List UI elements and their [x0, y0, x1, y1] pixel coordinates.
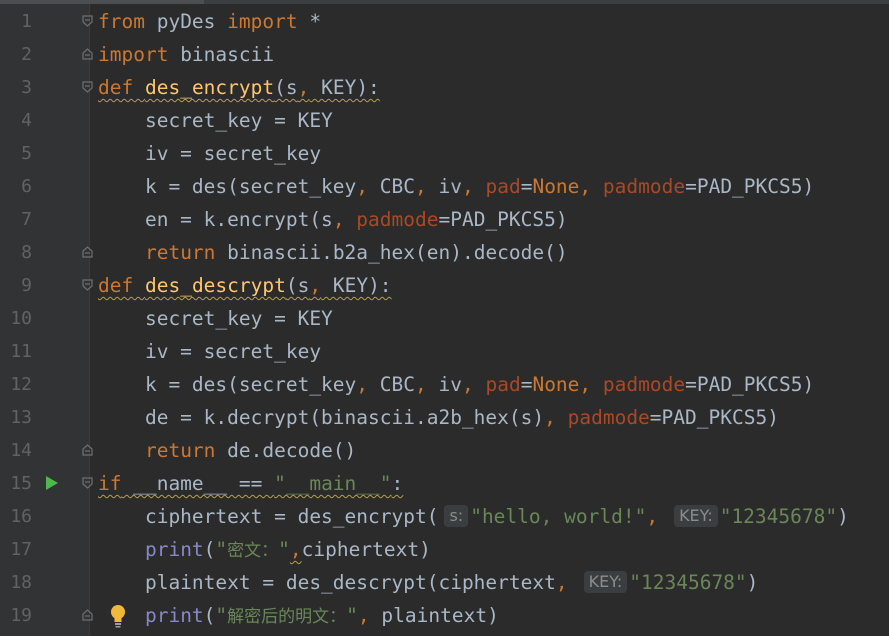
- code-line-18[interactable]: 18 plaintext = des_descrypt(ciphertext, K…: [0, 566, 889, 599]
- code-text: return de.decode(): [144, 439, 357, 462]
- code-line-17[interactable]: 17 print("密文：",ciphertext): [0, 533, 889, 566]
- code-line-16[interactable]: 16 ciphertext = des_encrypt(s: "hello, wo…: [0, 500, 889, 533]
- fold-start-icon[interactable]: [82, 477, 93, 489]
- code-line-9[interactable]: 9 def des_descrypt(s, KEY):: [0, 269, 889, 302]
- fold-start-icon[interactable]: [82, 279, 93, 291]
- param-hint: s:: [444, 505, 469, 527]
- code-text: de = k.decrypt(binascii.a2b_hex(s), padm…: [98, 406, 779, 429]
- line-number: 1: [21, 11, 32, 32]
- code-line-10[interactable]: 10 secret_key = KEY: [0, 302, 889, 335]
- line-number: 19: [10, 605, 32, 626]
- code-line-3[interactable]: 3 def des_encrypt(s, KEY):: [0, 71, 889, 104]
- code-text: plaintext = des_descrypt(ciphertext, KEY:…: [98, 571, 759, 594]
- code-line-11[interactable]: 11 iv = secret_key: [0, 335, 889, 368]
- line-number: 17: [10, 539, 32, 560]
- line-number: 12: [10, 374, 32, 395]
- code-line-2[interactable]: 2 import binascii: [0, 38, 889, 71]
- code-text: return binascii.b2a_hex(en).decode(): [144, 241, 568, 264]
- code-line-12[interactable]: 12 k = des(secret_key, CBC, iv, pad=None…: [0, 368, 889, 401]
- line-number: 8: [21, 242, 32, 263]
- line-number: 10: [10, 308, 32, 329]
- fold-end-icon[interactable]: [82, 609, 93, 621]
- line-number: 6: [21, 176, 32, 197]
- code-line-15[interactable]: 15 if __name__ == "__main__":: [0, 467, 889, 500]
- param-hint: KEY:: [674, 505, 718, 527]
- code-line-4[interactable]: 4 secret_key = KEY: [0, 104, 889, 137]
- code-text: ciphertext = des_encrypt(s: "hello, world…: [98, 505, 849, 528]
- code-line-13[interactable]: 13 de = k.decrypt(binascii.a2b_hex(s), p…: [0, 401, 889, 434]
- run-gutter-icon[interactable]: [46, 476, 58, 490]
- code-text: def des_descrypt(s, KEY):: [98, 274, 392, 297]
- code-text: k = des(secret_key, CBC, iv, pad=None, p…: [98, 175, 815, 198]
- line-number: 13: [10, 407, 32, 428]
- code-text: def des_encrypt(s, KEY):: [98, 76, 380, 99]
- code-line-1[interactable]: 1 from pyDes import *: [0, 5, 889, 38]
- editor-tab-strip: [0, 0, 889, 4]
- fold-start-icon[interactable]: [82, 15, 93, 27]
- code-text: k = des(secret_key, CBC, iv, pad=None, p…: [98, 373, 815, 396]
- fold-end-icon[interactable]: [82, 246, 93, 258]
- code-text: import binascii: [98, 43, 275, 66]
- line-number: 9: [21, 275, 32, 296]
- code-line-19[interactable]: 19 print("解密后的明文：", plaintext): [0, 599, 889, 632]
- code-text: secret_key = KEY: [98, 109, 333, 132]
- code-line-8[interactable]: 8 return binascii.b2a_hex(en).decode(): [0, 236, 889, 269]
- code-text: iv = secret_key: [98, 142, 322, 165]
- line-number: 14: [10, 440, 32, 461]
- code-text: print("密文：",ciphertext): [144, 538, 431, 561]
- line-number: 2: [21, 44, 32, 65]
- code-editor[interactable]: 1 from pyDes import * 2 import binascii …: [0, 0, 889, 636]
- code-line-6[interactable]: 6 k = des(secret_key, CBC, iv, pad=None,…: [0, 170, 889, 203]
- code-text: print("解密后的明文：", plaintext): [144, 604, 499, 627]
- line-number: 5: [21, 143, 32, 164]
- fold-start-icon[interactable]: [82, 81, 93, 93]
- code-text: from pyDes import *: [98, 10, 322, 33]
- code-line-14[interactable]: 14 return de.decode(): [0, 434, 889, 467]
- line-number: 18: [10, 572, 32, 593]
- code-text: iv = secret_key: [98, 340, 322, 363]
- line-number: 3: [21, 77, 32, 98]
- code-text: if __name__ == "__main__":: [98, 472, 404, 495]
- fold-end-icon[interactable]: [82, 444, 93, 456]
- line-number: 4: [21, 110, 32, 131]
- code-text: secret_key = KEY: [98, 307, 333, 330]
- code-text: en = k.encrypt(s, padmode=PAD_PKCS5): [98, 208, 568, 231]
- fold-end-icon[interactable]: [82, 48, 93, 60]
- line-number: 16: [10, 506, 32, 527]
- line-number: 7: [21, 209, 32, 230]
- code-line-5[interactable]: 5 iv = secret_key: [0, 137, 889, 170]
- line-number: 11: [10, 341, 32, 362]
- param-hint: KEY:: [583, 571, 628, 593]
- line-number: 15: [10, 473, 32, 494]
- code-line-7[interactable]: 7 en = k.encrypt(s, padmode=PAD_PKCS5): [0, 203, 889, 236]
